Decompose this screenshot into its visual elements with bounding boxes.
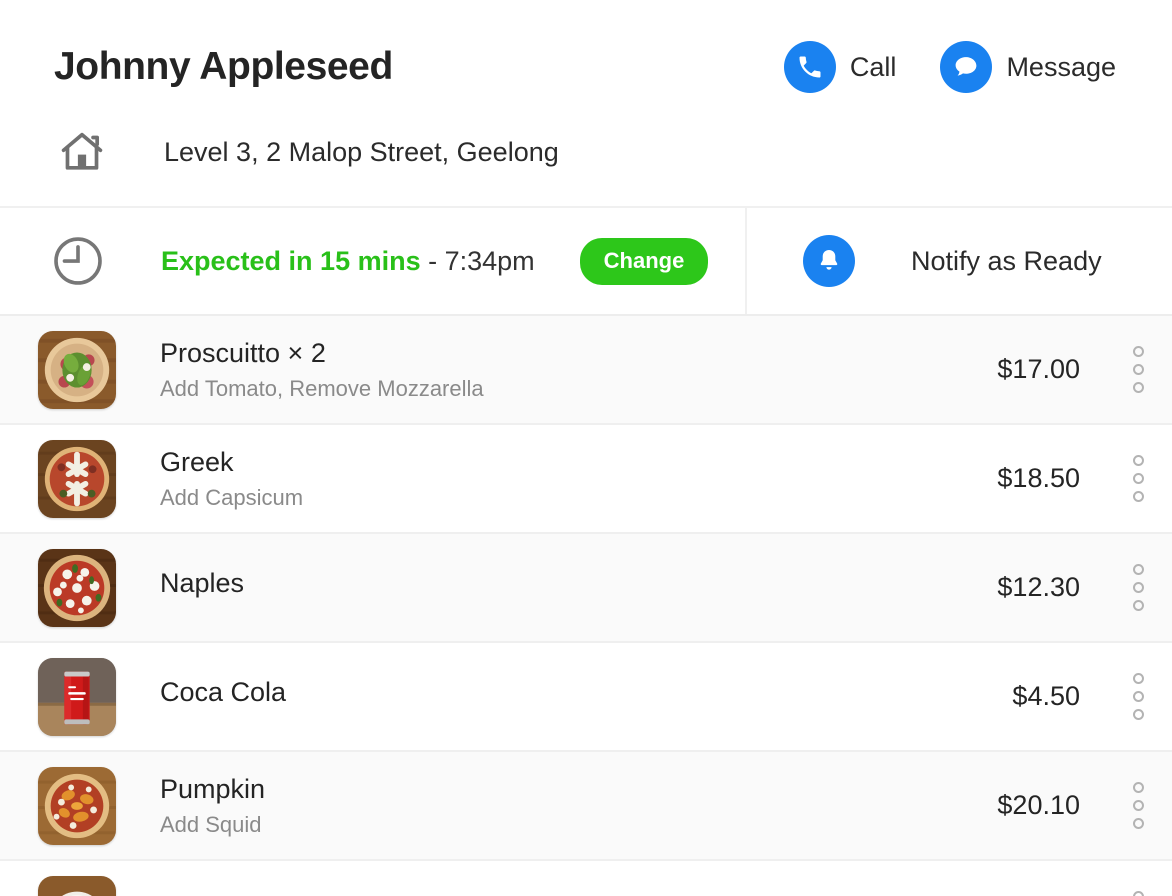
more-options-icon[interactable] xyxy=(1110,564,1166,611)
message-button[interactable]: Message xyxy=(940,41,1116,93)
more-options-icon[interactable] xyxy=(1110,673,1166,720)
phone-icon xyxy=(783,41,836,93)
item-info: Proscuitto × 2 Add Tomato, Remove Mozzar… xyxy=(160,338,997,401)
item-price: $18.50 xyxy=(997,463,1080,493)
chat-bubble-icon xyxy=(940,41,993,93)
table-row[interactable]: Proscuitto × 2 Add Tomato, Remove Mozzar… xyxy=(0,316,1172,425)
table-row[interactable]: Coca Cola $4.50 xyxy=(0,643,1172,752)
address-row: Level 3, 2 Malop Street, Geelong xyxy=(0,122,1172,182)
table-row[interactable]: Naples $12.30 xyxy=(0,534,1172,643)
item-price: $4.50 xyxy=(1012,681,1080,711)
more-options-icon[interactable] xyxy=(1110,455,1166,502)
coca-cola-can-thumb xyxy=(38,657,116,736)
call-button-label: Call xyxy=(849,51,897,82)
chocolate-moose-thumb xyxy=(38,875,116,896)
address-text: Level 3, 2 Malop Street, Geelong xyxy=(164,136,559,167)
call-button[interactable]: Call xyxy=(783,41,897,93)
home-icon xyxy=(54,126,116,178)
notify-as-ready-button[interactable]: Notify as Ready xyxy=(747,208,1172,314)
eta-section: Expected in 15 mins - 7:34pm Change xyxy=(0,208,747,314)
order-status-bar: Expected in 15 mins - 7:34pm Change Noti… xyxy=(0,208,1172,316)
message-button-label: Message xyxy=(1006,51,1116,82)
item-info: Pumpkin Add Squid xyxy=(160,774,997,837)
item-info: Coca Cola xyxy=(160,677,1012,715)
change-eta-button[interactable]: Change xyxy=(579,237,709,285)
item-info: Greek Add Capsicum xyxy=(160,447,997,510)
more-options-icon[interactable] xyxy=(1110,782,1166,829)
item-price: $17.00 xyxy=(997,354,1080,384)
order-items-list: Proscuitto × 2 Add Tomato, Remove Mozzar… xyxy=(0,316,1172,896)
table-row[interactable]: Greek Add Capsicum $18.50 xyxy=(0,425,1172,534)
eta-highlight: Expected in 15 mins xyxy=(161,245,421,276)
pizza-naples-thumb xyxy=(38,548,116,627)
item-info: Naples xyxy=(160,568,997,606)
item-modifiers: Add Squid xyxy=(160,811,262,837)
order-detail-screen: Johnny Appleseed Call Message Level 3, 2… xyxy=(0,0,1172,896)
pizza-proscuitto-thumb xyxy=(38,330,116,409)
eta-time: - 7:34pm xyxy=(420,245,535,276)
bell-icon xyxy=(803,235,855,287)
item-modifiers: Add Tomato, Remove Mozzarella xyxy=(160,375,484,401)
item-price: $12.30 xyxy=(997,572,1080,602)
more-options-icon[interactable] xyxy=(1110,346,1166,393)
page-title: Johnny Appleseed xyxy=(54,45,393,88)
clock-icon xyxy=(49,232,113,290)
item-modifiers: Add Capsicum xyxy=(160,484,304,510)
item-name: Proscuitto × 2 xyxy=(160,337,326,368)
notify-as-ready-label: Notify as Ready xyxy=(911,245,1102,276)
table-row[interactable]: Pumpkin Add Squid $20.10 xyxy=(0,752,1172,861)
item-name: Pumpkin xyxy=(160,773,266,804)
customer-header: Johnny Appleseed Call Message Level 3, 2… xyxy=(0,0,1172,208)
header-top-row: Johnny Appleseed Call Message xyxy=(0,34,1172,100)
item-name: Coca Cola xyxy=(160,677,287,708)
item-name: Naples xyxy=(160,568,245,599)
table-row[interactable]: Chocolate Moose xyxy=(0,861,1172,896)
item-price: $20.10 xyxy=(997,790,1080,820)
eta-text: Expected in 15 mins - 7:34pm xyxy=(161,246,535,277)
pizza-greek-thumb xyxy=(38,439,116,518)
pizza-pumpkin-thumb xyxy=(38,766,116,845)
item-name: Greek xyxy=(160,446,234,477)
more-options-icon[interactable] xyxy=(1110,891,1166,896)
header-actions: Call Message xyxy=(783,41,1118,93)
